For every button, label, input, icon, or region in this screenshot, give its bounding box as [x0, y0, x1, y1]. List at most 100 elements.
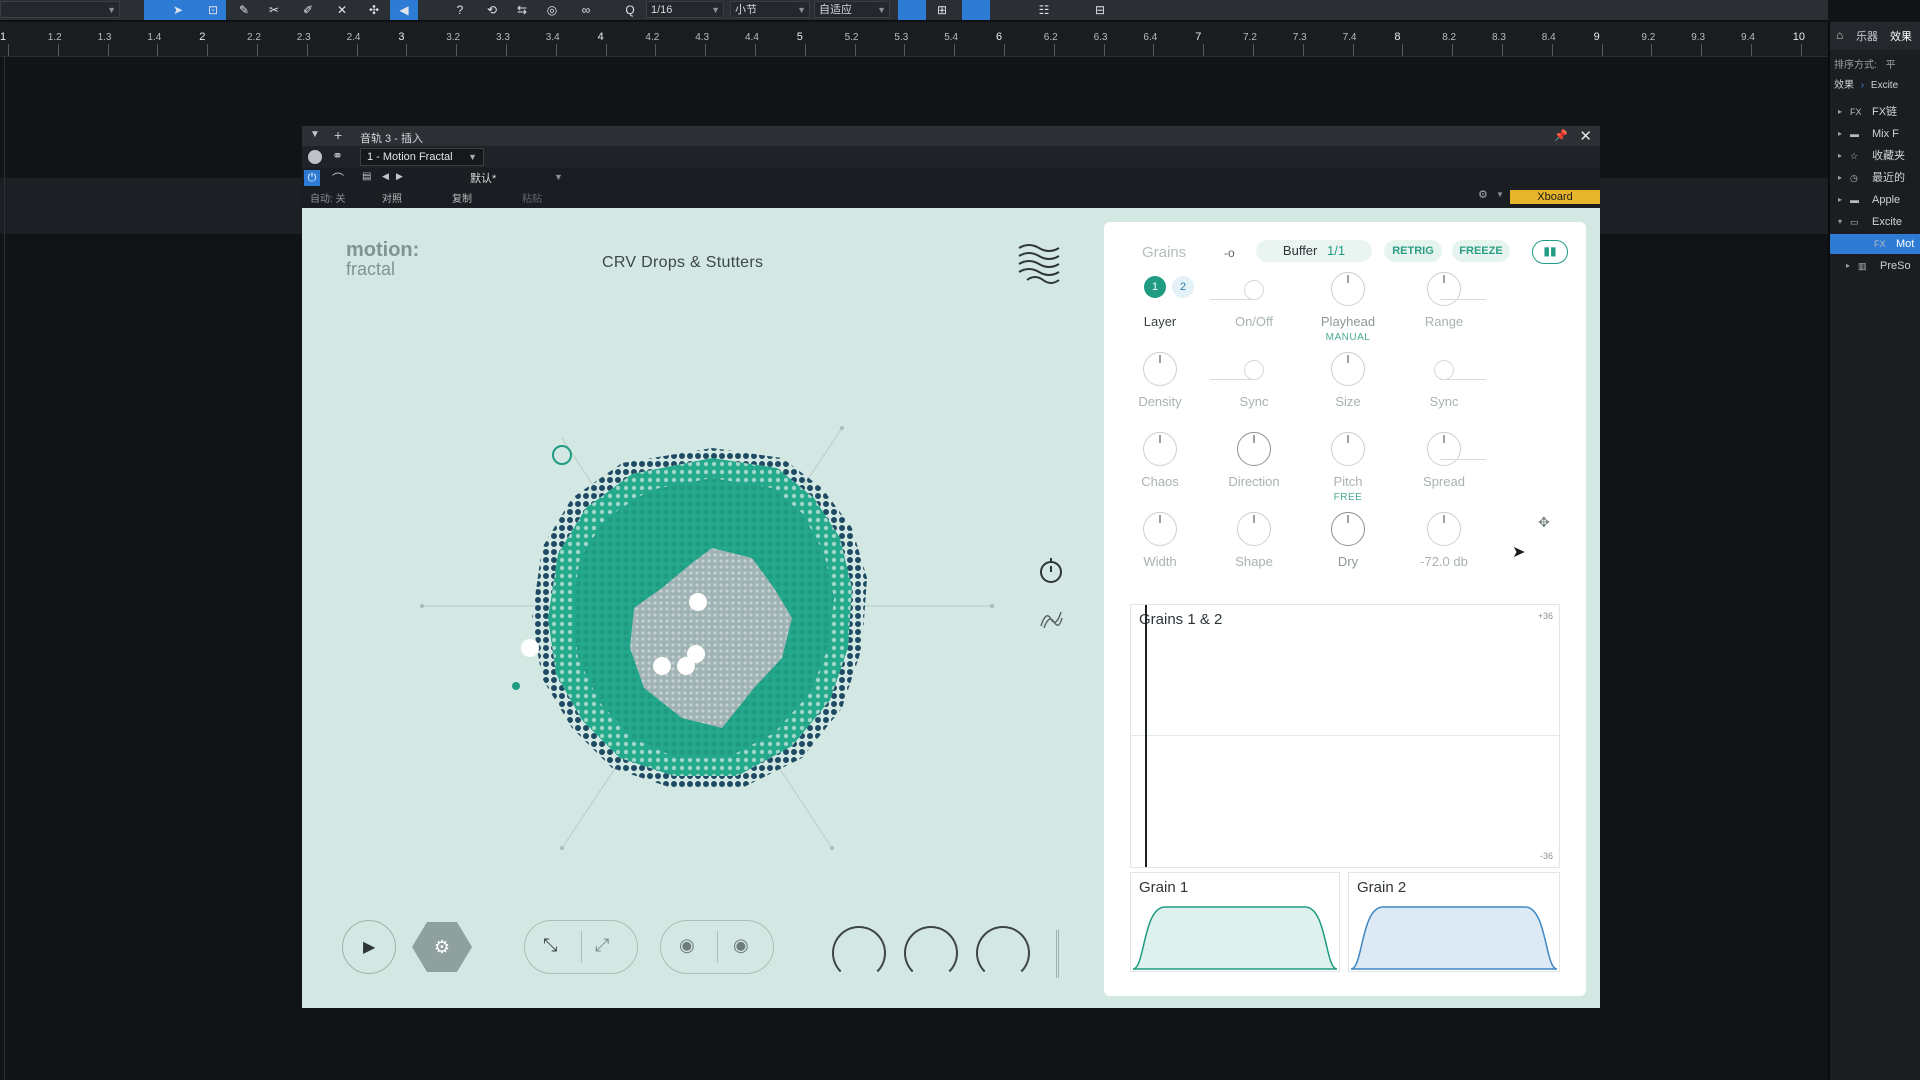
- collapse-arrows-icon[interactable]: ⤡: [543, 935, 557, 956]
- expand-arrow-icon[interactable]: ▸: [1838, 168, 1842, 188]
- grain-1-envelope[interactable]: Grain 1: [1130, 872, 1340, 972]
- collapse-icon[interactable]: ▼: [310, 129, 320, 140]
- snap-select[interactable]: 自适应 ▼: [814, 1, 890, 18]
- loop-icon[interactable]: ⟲: [484, 2, 500, 18]
- lfo-handle[interactable]: [552, 445, 572, 465]
- next-preset-icon[interactable]: ▶: [396, 171, 403, 182]
- knob-range[interactable]: [1427, 272, 1461, 306]
- expand-arrow-icon[interactable]: ▸: [1846, 256, 1850, 276]
- browser-item[interactable]: ▸ ◷ 最近的: [1830, 168, 1920, 188]
- layer-2-button[interactable]: 2: [1172, 276, 1194, 298]
- arrow-tool-icon[interactable]: ➤: [170, 2, 186, 18]
- browser-item[interactable]: ▸ ▬ Apple: [1830, 190, 1920, 210]
- knob-dry[interactable]: [1331, 512, 1365, 546]
- expand-arrow-icon[interactable]: ▸: [1838, 102, 1842, 122]
- expand-arrows-icon[interactable]: ⤢: [595, 935, 609, 956]
- quantize-select[interactable]: 1/16 ▼: [646, 1, 724, 18]
- settings-button[interactable]: ⚙: [412, 920, 472, 974]
- lock-icon[interactable]: ⊟: [1092, 2, 1108, 18]
- follow-toggle-active[interactable]: [962, 0, 990, 20]
- knob-density[interactable]: [1143, 352, 1177, 386]
- home-icon[interactable]: ⌂: [1836, 28, 1843, 42]
- wave-menu-icon[interactable]: [1016, 240, 1062, 286]
- track-dropdown[interactable]: ▼: [0, 1, 120, 18]
- retrig-button[interactable]: RETRIG: [1384, 240, 1442, 262]
- copy-button[interactable]: 复制: [452, 190, 472, 205]
- speaker-icon[interactable]: ◀: [396, 2, 412, 18]
- question-icon[interactable]: ?: [452, 2, 468, 18]
- browser-item[interactable]: ▸ ▥ PreSo: [1830, 256, 1920, 276]
- knob-shape[interactable]: [1237, 512, 1271, 546]
- macro-knob-1[interactable]: [832, 926, 886, 980]
- timebase-select[interactable]: 小节 ▼: [730, 1, 810, 18]
- bend-tool-icon[interactable]: ✣: [366, 2, 382, 18]
- play-button[interactable]: ▶: [342, 920, 396, 974]
- knob-size[interactable]: [1331, 352, 1365, 386]
- freeze-button[interactable]: FREEZE: [1452, 240, 1510, 262]
- grain-scope[interactable]: Grains 1 & 2 +36 -36: [1130, 604, 1560, 868]
- snap-toggle-active[interactable]: [898, 0, 926, 20]
- macro-knob-2[interactable]: [904, 926, 958, 980]
- knob-width[interactable]: [1143, 512, 1177, 546]
- browser-item[interactable]: ▾ ▭ Excite: [1830, 212, 1920, 232]
- paint-tool-icon[interactable]: ✐: [300, 2, 316, 18]
- knob-chaos[interactable]: [1143, 432, 1177, 466]
- capture-icon[interactable]: ◉: [679, 935, 695, 956]
- browser-item[interactable]: ▸ FX FX链: [1830, 102, 1920, 122]
- grain-point[interactable]: [677, 657, 695, 675]
- slider-icon[interactable]: -o: [1224, 246, 1235, 260]
- knob-direction[interactable]: [1237, 432, 1271, 466]
- paste-button[interactable]: 粘贴: [522, 190, 542, 205]
- save-preset-icon[interactable]: ▤: [362, 171, 371, 182]
- automation-state[interactable]: 自动: 关: [310, 190, 346, 205]
- knob-playhead[interactable]: [1331, 272, 1365, 306]
- routing-icon[interactable]: ⚭: [332, 148, 343, 164]
- automation-icon[interactable]: ⌒: [332, 170, 344, 187]
- grain-point[interactable]: [521, 639, 539, 657]
- power-icon[interactable]: ⏻: [304, 170, 320, 186]
- preset-name[interactable]: CRV Drops & Stutters: [602, 254, 763, 272]
- macro-knob-3[interactable]: [976, 926, 1030, 980]
- browser-item[interactable]: FX Mot: [1830, 234, 1920, 254]
- breadcrumb-root[interactable]: 效果: [1834, 80, 1854, 91]
- timeline-ruler[interactable]: 1 1.2 1.3 1.4 2 2.2 2.3 2.4 3 3.2 3.3 3.4 4 4.2 4.3 4.4…: [0, 22, 1828, 57]
- knob-pitch[interactable]: [1331, 432, 1365, 466]
- toggle-on-off[interactable]: [1244, 280, 1264, 300]
- timer-icon[interactable]: [1036, 556, 1066, 586]
- buffer-select[interactable]: Buffer 1/1: [1256, 240, 1372, 262]
- toggle-sync[interactable]: [1434, 360, 1454, 380]
- nudge-icon[interactable]: ⇆: [514, 2, 530, 18]
- expand-arrow-icon[interactable]: ▸: [1838, 190, 1842, 210]
- bypass-meter-icon[interactable]: [308, 150, 322, 164]
- toggle-sync[interactable]: [1244, 360, 1264, 380]
- grain-2-envelope[interactable]: Grain 2: [1348, 872, 1560, 972]
- link-icon[interactable]: ∞: [578, 2, 594, 18]
- sort-row[interactable]: 排序方式: 平: [1834, 56, 1920, 76]
- compare-button[interactable]: 对照: [382, 190, 402, 205]
- mute-tool-icon[interactable]: ✕: [334, 2, 350, 18]
- grain-point[interactable]: [689, 593, 707, 611]
- grain-point[interactable]: [653, 657, 671, 675]
- fractal-visualizer[interactable]: [382, 348, 1102, 908]
- layer-1-button[interactable]: 1: [1144, 276, 1166, 298]
- split-tool-icon[interactable]: ✎: [236, 2, 252, 18]
- knob-spread[interactable]: [1427, 432, 1461, 466]
- grid-icon[interactable]: ⊞: [934, 2, 950, 18]
- device-select[interactable]: 1 - Motion Fractal ▼: [360, 148, 484, 166]
- expand-arrow-icon[interactable]: ▸: [1838, 146, 1842, 166]
- param-mode[interactable]: FREE: [1293, 492, 1403, 503]
- xboard-button[interactable]: Xboard: [1510, 190, 1600, 204]
- knob--72-0-db[interactable]: [1427, 512, 1461, 546]
- curve-icon[interactable]: [1038, 606, 1064, 632]
- layout-icon[interactable]: ☷: [1036, 2, 1052, 18]
- browser-item[interactable]: ▸ ▬ Mix F: [1830, 124, 1920, 144]
- gear-icon[interactable]: ⚙: [1478, 188, 1488, 201]
- range-tool-icon[interactable]: ⊡: [205, 2, 221, 18]
- expand-arrow-icon[interactable]: ▾: [1838, 212, 1842, 232]
- tab-effects[interactable]: 效果: [1890, 28, 1912, 44]
- param-mode[interactable]: MANUAL: [1293, 332, 1403, 343]
- browser-item[interactable]: ▸ ☆ 收藏夹: [1830, 146, 1920, 166]
- erase-tool-icon[interactable]: ✂: [266, 2, 282, 18]
- capture-alt-icon[interactable]: ◉: [733, 935, 749, 956]
- pin-icon[interactable]: 📌: [1554, 129, 1568, 142]
